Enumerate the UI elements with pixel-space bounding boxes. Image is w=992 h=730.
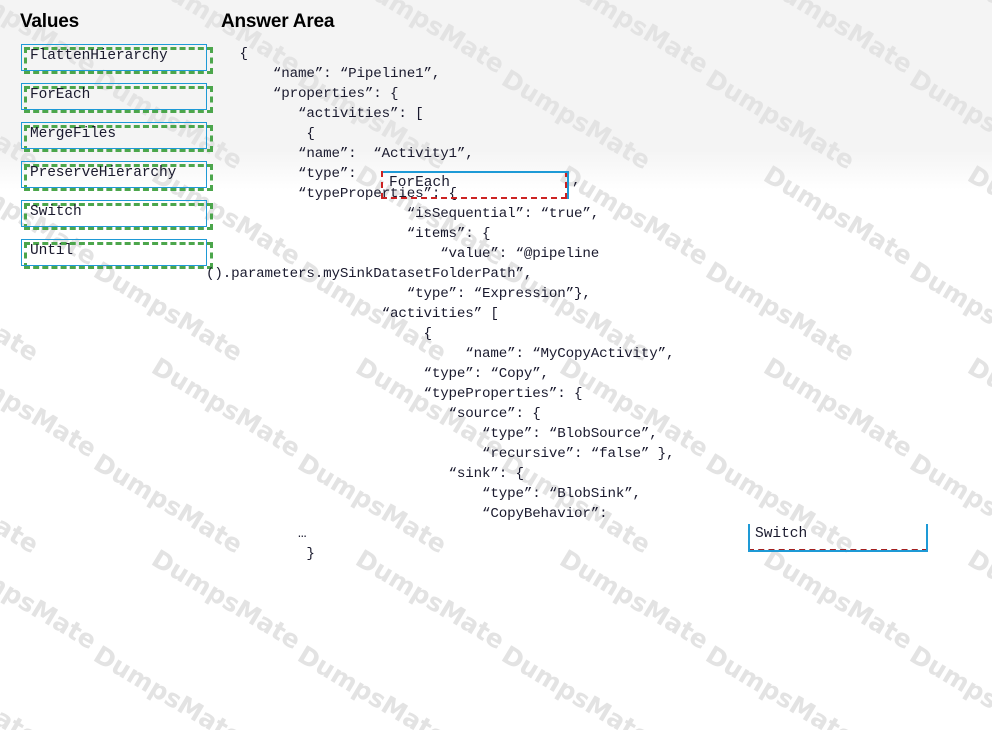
code-line: “type”: “BlobSource”, (206, 426, 658, 442)
watermark-text: DumpsMate (292, 639, 452, 730)
code-line: “properties”: { (206, 86, 399, 102)
code-line: ().parameters.mySinkDatasetFolderPath”, (206, 266, 533, 282)
answer-area-code-block: { “name”: “Pipeline1”, “properties”: { “… (206, 44, 986, 564)
page-title-answer-area: Answer Area (221, 11, 335, 32)
code-line: “name”: “Activity1”, (206, 146, 474, 162)
code-line: “CopyBehavior”: (206, 506, 608, 522)
watermark-text: DumpsMate (700, 639, 860, 730)
value-tile[interactable]: Switch (21, 200, 213, 230)
code-line: “activities”: [ (206, 106, 424, 122)
dropzone-copy-behavior-value: Switch (755, 526, 808, 542)
dropzone-activity-type-value: ForEach (389, 175, 450, 191)
code-line: “sink”: { (206, 466, 524, 482)
value-tile[interactable]: ForEach (21, 83, 213, 113)
code-line: “activities” [ (206, 306, 499, 322)
code-line: “type”: (206, 166, 357, 182)
value-tile-label: PreserveHierarchy (30, 165, 177, 181)
code-line: “isSequential”: “true”, (206, 206, 600, 222)
code-line: “source”: { (206, 406, 541, 422)
watermark-text: DumpsMate (904, 639, 992, 730)
watermark-text: DumpsMate (333, 708, 526, 730)
code-line: “name”: “MyCopyActivity”, (206, 346, 675, 362)
code-line: “name”: “Pipeline1”, (206, 66, 441, 82)
value-tile-label: Until (30, 243, 74, 259)
page-title-values: Values (20, 11, 80, 32)
code-line: “value”: “@pipeline (206, 246, 600, 262)
watermark-text: DumpsMate (741, 708, 934, 730)
watermark-text: DumpsMate (945, 708, 992, 730)
code-line: { (206, 126, 315, 142)
value-tile[interactable]: Until (21, 239, 213, 269)
value-tile-label: Switch (30, 204, 82, 220)
code-line: { (206, 46, 248, 62)
watermark-text: DumpsMate (496, 639, 656, 730)
values-panel: FlattenHierarchy ForEach MergeFiles Preserv… (21, 44, 213, 278)
watermark-text: DumpsMate (88, 639, 248, 730)
watermark-text: DumpsMate (129, 708, 322, 730)
code-trailing-comma: , (572, 173, 581, 189)
value-tile[interactable]: MergeFiles (21, 122, 213, 152)
code-line: “recursive”: “false” }, (206, 446, 675, 462)
dropzone-copy-behavior[interactable]: Switch (748, 524, 928, 552)
code-line: “items”: { (206, 226, 491, 242)
code-line: “typeProperties”: { (206, 186, 457, 202)
content-root: Values Answer Area FlattenHierarchy ForEa… (0, 0, 992, 597)
code-line: { (206, 326, 432, 342)
code-line: “type”: “BlobSink”, (206, 486, 641, 502)
value-tile[interactable]: PreserveHierarchy (21, 161, 213, 191)
code-line: “type”: “Expression”}, (206, 286, 591, 302)
value-tile-label: FlattenHierarchy (30, 48, 168, 64)
watermark-text: DumpsMate (0, 708, 119, 730)
code-line: “type”: “Copy”, (206, 366, 549, 382)
value-tile[interactable]: FlattenHierarchy (21, 44, 213, 74)
dropzone-activity-type[interactable]: ForEach (381, 171, 569, 199)
watermark-text: DumpsMate (537, 708, 730, 730)
watermark-text: DumpsMate (0, 639, 44, 730)
code-line: “typeProperties”: { (206, 386, 583, 402)
watermark-row: DumpsMate DumpsMate DumpsMate DumpsMate Dump… (0, 640, 992, 730)
value-tile-label: MergeFiles (30, 126, 117, 142)
value-tile-label: ForEach (30, 87, 91, 103)
